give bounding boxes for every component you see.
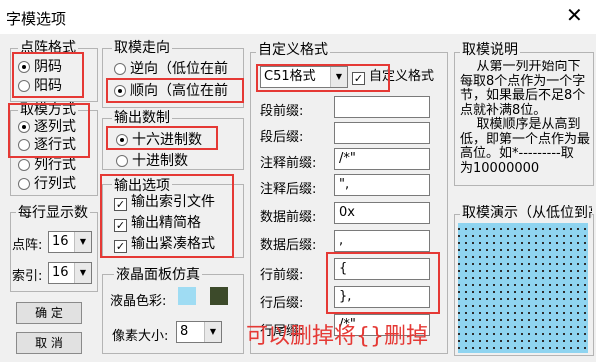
field-label: 注释前缀:	[260, 156, 317, 171]
pixel-size-label: 像素大小:	[112, 329, 169, 344]
highlight-box	[12, 52, 84, 98]
window-title: 字模选项	[6, 10, 67, 28]
chevron-down-icon[interactable]: ▼	[74, 263, 91, 283]
select-value: 8	[180, 324, 189, 339]
highlight-box	[100, 174, 234, 258]
field-label: 注释后缀:	[260, 182, 317, 197]
radio-indicator[interactable]	[18, 178, 30, 190]
help-line: 节，如果最后不足8个	[460, 88, 586, 103]
mold-direction-title: 取模走向	[112, 40, 172, 56]
demo-title: 取模演示（从低位到高	[460, 205, 592, 221]
help-line: 低，即第一个点作为最	[460, 131, 591, 147]
field-label: 段后缀:	[260, 130, 304, 145]
chevron-down-icon[interactable]: ▼	[74, 232, 91, 252]
lcd-light-color-swatch[interactable]	[178, 287, 196, 305]
radio-indicator[interactable]	[18, 159, 30, 171]
select-value: 16	[52, 265, 69, 280]
dot-count-select[interactable]: 16 ▼	[48, 231, 92, 253]
radio-indicator[interactable]	[116, 155, 128, 167]
radio-label: 列行式	[34, 157, 76, 173]
ok-button[interactable]: 确 定	[16, 302, 82, 324]
mold-help-text: 从第一列开始向下 每取8个点作为一个字 节，如果最后不足8个 点就补满8位。 取…	[460, 60, 594, 182]
line-display-title: 每行显示数	[16, 205, 90, 221]
output-number-title: 输出数制	[112, 110, 172, 126]
highlight-box	[8, 103, 90, 158]
annotation-text: 可以删掉将{}删掉	[246, 324, 428, 349]
comment-prefix-input[interactable]: /*"	[334, 148, 430, 170]
lcd-title: 液晶面板仿真	[114, 267, 202, 283]
lcd-dark-color-swatch[interactable]	[210, 287, 228, 305]
highlight-box	[106, 78, 244, 103]
highlight-box	[106, 126, 218, 150]
help-line: 为10000000	[460, 160, 540, 176]
radio-reverse[interactable]: 逆向（低位在前	[114, 60, 228, 78]
help-line: 从第一列开始向下	[460, 60, 581, 74]
cancel-button[interactable]: 取 消	[16, 332, 82, 354]
lcd-color-label: 液晶色彩:	[110, 294, 167, 309]
radio-row-column[interactable]: 行列式	[18, 175, 76, 193]
radio-decimal[interactable]: 十进制数	[116, 152, 188, 170]
highlight-box	[256, 64, 390, 92]
index-count-select[interactable]: 16 ▼	[48, 262, 92, 284]
close-icon[interactable]: ✕	[566, 5, 583, 25]
field-label: 行后缀:	[260, 296, 304, 311]
data-suffix-input[interactable]: ,	[334, 230, 430, 252]
lcd-preview-grid	[458, 223, 588, 353]
radio-label: 十进制数	[132, 153, 188, 169]
highlight-box	[326, 252, 440, 314]
segment-prefix-input[interactable]	[334, 96, 430, 118]
help-line: 每取8个点作为一个字	[460, 73, 586, 89]
help-line: 取模顺序是从高到	[460, 117, 581, 132]
pixel-size-select[interactable]: 8 ▼	[176, 321, 222, 343]
radio-label: 行列式	[34, 176, 76, 192]
mold-help-title: 取模说明	[460, 42, 520, 58]
data-prefix-input[interactable]: 0x	[334, 202, 430, 224]
segment-suffix-input[interactable]	[334, 122, 430, 144]
select-value: 16	[52, 234, 69, 249]
help-line: 高位。如*---------取	[460, 146, 574, 161]
help-line: 点就补满8位。	[460, 102, 547, 118]
radio-label: 逆向（低位在前	[130, 61, 228, 77]
comment-suffix-input[interactable]: ",	[334, 174, 430, 196]
dot-count-label: 点阵:	[12, 238, 43, 253]
index-count-label: 索引:	[12, 269, 43, 284]
field-label: 段前缀:	[260, 104, 304, 119]
radio-column-row[interactable]: 列行式	[18, 156, 76, 174]
field-label: 行前缀:	[260, 268, 304, 283]
custom-format-title: 自定义格式	[256, 42, 330, 58]
field-label: 数据后缀:	[260, 238, 317, 253]
title-bar: 字模选项 ✕	[0, 0, 596, 34]
radio-indicator[interactable]	[114, 63, 126, 75]
field-label: 数据前缀:	[260, 210, 317, 225]
chevron-down-icon[interactable]: ▼	[204, 322, 221, 342]
